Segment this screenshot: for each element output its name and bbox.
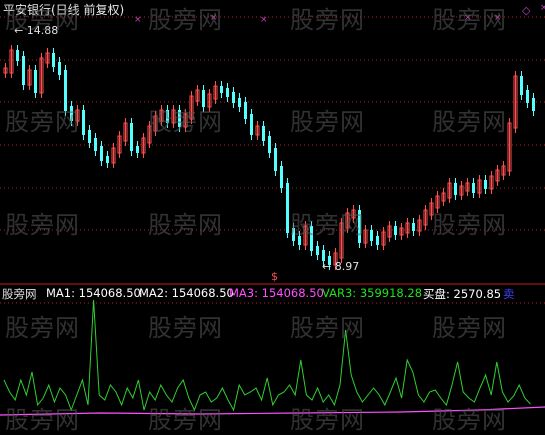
watermark: 股旁网 — [290, 314, 365, 342]
top-marker: × — [260, 15, 268, 25]
candle-body — [100, 146, 103, 161]
signal-marker: $ — [271, 270, 278, 283]
candle-body — [16, 50, 19, 61]
watermark: 股旁网 — [148, 211, 223, 239]
watermark: 股旁网 — [290, 108, 365, 136]
top-marker: ◇ — [522, 4, 531, 17]
candle-body — [82, 110, 85, 135]
watermark: 股旁网 — [5, 314, 80, 342]
candle-body — [394, 226, 397, 235]
candle-body — [472, 183, 475, 193]
watermark: 股旁网 — [5, 406, 80, 434]
candle-body — [520, 76, 523, 95]
candle-body — [238, 98, 241, 107]
sell-label: 卖 — [503, 287, 515, 301]
candle-body — [226, 88, 229, 97]
candle-body — [526, 90, 529, 103]
watermark: 股旁网 — [432, 6, 507, 34]
candle-body — [484, 180, 487, 189]
indicator-legend: 股旁网 MA1: 154068.50 MA2: 154068.50 MA3: 1… — [0, 285, 545, 302]
candle-body — [316, 246, 319, 255]
watermark: 股旁网 — [290, 211, 365, 239]
candle-body — [274, 148, 277, 171]
candle-body — [130, 123, 133, 151]
top-marker: × — [540, 3, 545, 13]
candle-body — [286, 183, 289, 233]
candle-body — [136, 146, 139, 153]
candle-body — [370, 230, 373, 241]
low-price-label: ← 8.97 — [322, 260, 359, 273]
ma3-value: MA3: 154068.50 — [229, 286, 324, 300]
candle-body — [58, 62, 61, 75]
candle-body — [280, 166, 283, 188]
candle-body — [250, 114, 253, 135]
candle-body — [88, 130, 91, 143]
candle-body — [244, 102, 247, 119]
top-marker: × — [134, 15, 142, 25]
candle-body — [94, 138, 97, 151]
candle-body — [52, 53, 55, 67]
watermark: 股旁网 — [432, 314, 507, 342]
watermark: 股旁网 — [432, 406, 507, 434]
watermark: 股旁网 — [148, 314, 223, 342]
watermark: 股旁网 — [290, 406, 365, 434]
watermark: 股旁网 — [148, 406, 223, 434]
candle-body — [106, 156, 109, 163]
var3-value: VAR3: 359918.28 — [322, 286, 423, 300]
candle-body — [262, 126, 265, 141]
candle-body — [532, 98, 535, 111]
watermark: 股旁网 — [5, 108, 80, 136]
candle-body — [268, 136, 271, 153]
ma2-value: MA2: 154068.50 — [139, 286, 234, 300]
candle-body — [376, 236, 379, 245]
watermark: 股旁网 — [432, 108, 507, 136]
chart-window[interactable]: × × × × × × ◇ ← 14.88 ← 8.97 $ 平安银行(日线 前复权) 股旁网 M… — [0, 0, 545, 434]
candle-body — [34, 70, 37, 93]
watermark: 股旁网 — [290, 6, 365, 34]
watermark: 股旁网 — [148, 6, 223, 34]
watermark: 股旁网 — [432, 211, 507, 239]
candle-body — [22, 56, 25, 85]
buy-value: 买盘: 2570.85 — [423, 287, 502, 301]
watermark: 股旁网 — [5, 6, 80, 34]
candle-body — [232, 92, 235, 103]
indicator-name: 股旁网 — [2, 287, 37, 301]
watermark: 股旁网 — [148, 108, 223, 136]
watermark: 股旁网 — [5, 211, 80, 239]
candle-body — [220, 86, 223, 93]
candle-body — [412, 223, 415, 231]
ma1-value: MA1: 154068.50 — [46, 286, 141, 300]
candle-body — [454, 183, 457, 195]
